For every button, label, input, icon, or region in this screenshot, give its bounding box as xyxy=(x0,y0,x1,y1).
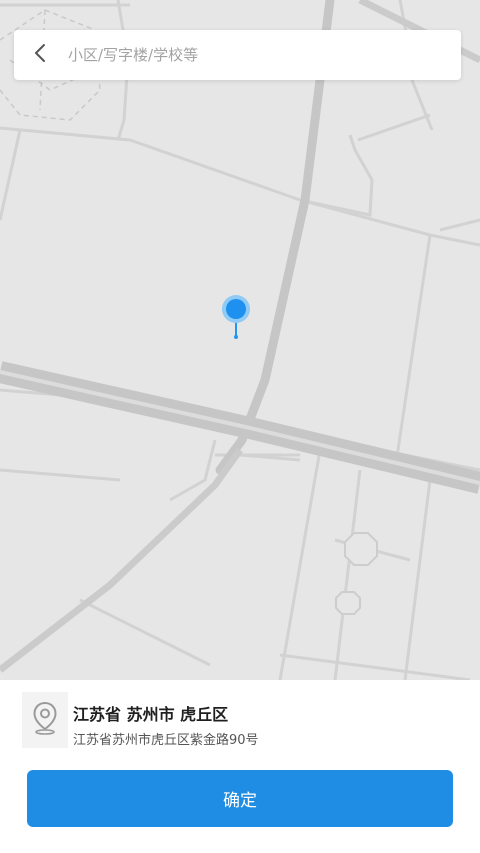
location-address: 江苏省苏州市虎丘区紫金路90号 xyxy=(73,733,259,748)
confirm-button[interactable]: 确定 xyxy=(27,770,453,827)
map-pin-icon xyxy=(221,294,251,340)
location-title: 江苏省 苏州市 虎丘区 xyxy=(73,705,229,724)
back-button[interactable] xyxy=(14,30,66,80)
location-panel xyxy=(0,680,480,853)
location-icon-box xyxy=(22,692,68,748)
search-input[interactable] xyxy=(68,35,461,75)
chevron-left-icon xyxy=(34,43,46,67)
search-bar xyxy=(14,30,461,80)
location-pin-icon xyxy=(32,701,58,739)
